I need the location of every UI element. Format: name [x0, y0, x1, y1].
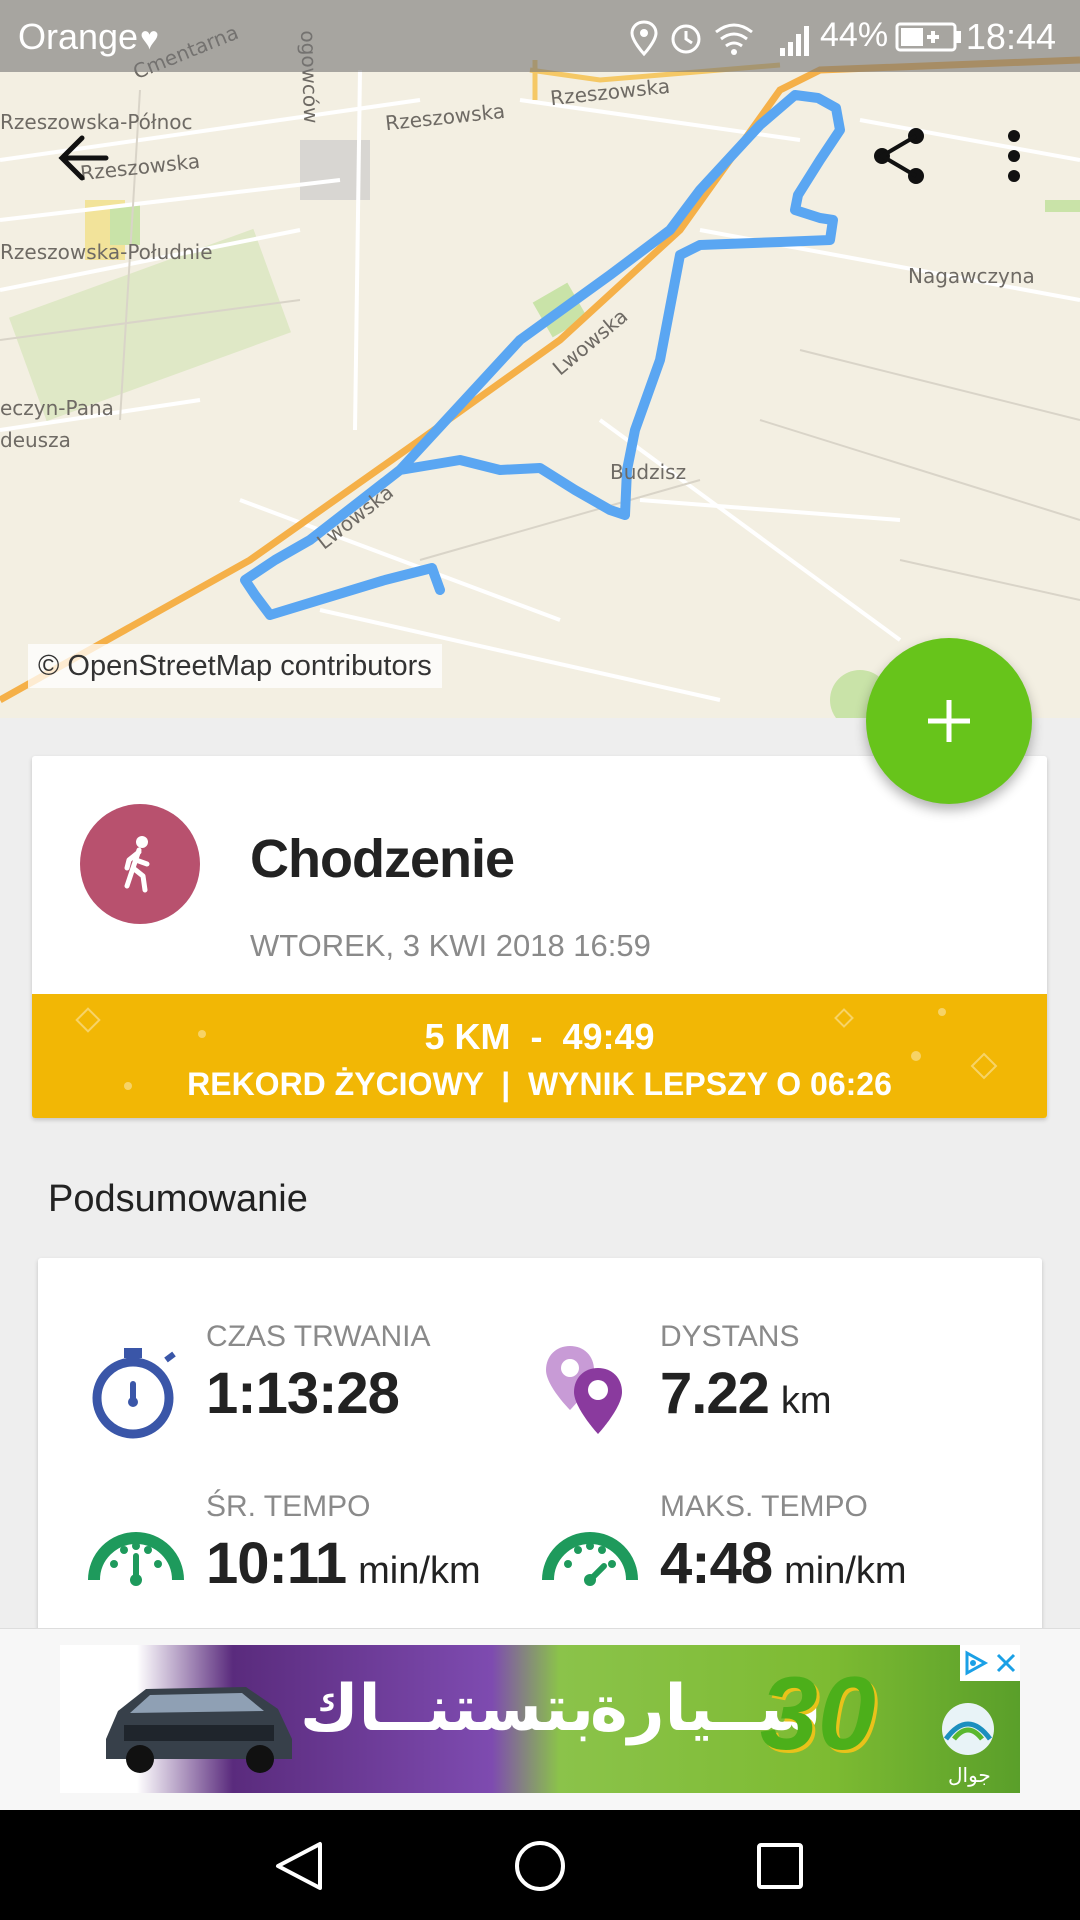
add-button[interactable] — [866, 638, 1032, 804]
nav-recents-icon[interactable] — [752, 1838, 808, 1894]
share-button[interactable] — [860, 116, 940, 196]
ad-brand: جوال — [948, 1765, 991, 1787]
activity-title: Chodzenie — [250, 829, 515, 889]
max-pace-label: MAKS. TEMPO — [660, 1490, 868, 1523]
summary-card: CZAS TRWANIA 1:13:28 DYSTANS 7.22 km ŚR. … — [38, 1258, 1042, 1638]
distance-unit: km — [780, 1380, 832, 1422]
max-pace-value: 4:48 min/km — [660, 1531, 907, 1596]
map-label: Nagawczyna — [908, 264, 1035, 288]
adchoices-icon[interactable] — [963, 1650, 989, 1676]
share-icon — [874, 128, 924, 184]
ad-number: 30 — [760, 1656, 876, 1772]
speedometer-icon — [88, 1532, 184, 1586]
walking-icon — [124, 836, 150, 893]
map-attribution[interactable]: © OpenStreetMap contributors — [28, 644, 442, 688]
record-description: REKORD ŻYCIOWY | WYNIK LEPSZY O 06:26 — [187, 1066, 892, 1102]
more-vertical-icon — [1008, 130, 1020, 182]
ad-text-left: بتستنــاك — [300, 1672, 594, 1744]
ad-banner[interactable]: بتستنــاك ســيارة 30 جوال — [60, 1645, 1020, 1793]
route-map[interactable]: Rzeszowska-Północ Rzeszowska Rzeszowska … — [0, 0, 1080, 718]
activity-date: WTOREK, 3 KWI 2018 16:59 — [250, 928, 651, 963]
ad-controls — [960, 1645, 1020, 1681]
location-icon — [630, 20, 658, 57]
navigation-bar — [0, 1810, 1080, 1920]
battery-percent: 44% — [820, 16, 889, 54]
avg-pace-value: 10:11 min/km — [206, 1531, 481, 1596]
summary-heading: Podsumowanie — [48, 1178, 308, 1220]
max-pace-unit: min/km — [784, 1550, 907, 1592]
plus-icon — [928, 700, 970, 742]
close-icon[interactable] — [995, 1652, 1017, 1674]
distance-label: DYSTANS — [660, 1320, 800, 1353]
map-label: deusza — [0, 428, 71, 452]
personal-record-banner[interactable]: 5 KM - 49:49 REKORD ŻYCIOWY | WYNIK LEPS… — [32, 994, 1047, 1118]
map-label: eczyn-Pana — [0, 396, 114, 420]
avg-pace-unit: min/km — [358, 1550, 481, 1592]
battery-charging-icon — [895, 22, 961, 52]
car-image — [106, 1687, 292, 1773]
speedometer-icon — [542, 1532, 638, 1586]
status-bar: Orange ♥ 44% 18:44 — [0, 0, 1080, 72]
duration-value: 1:13:28 — [206, 1361, 400, 1426]
nav-back-icon[interactable] — [270, 1838, 330, 1894]
distance-value: 7.22 km — [660, 1361, 832, 1426]
map-label: Budzisz — [610, 460, 687, 484]
map-pins-icon — [546, 1346, 622, 1434]
alarm-icon — [671, 24, 701, 54]
nav-home-icon[interactable] — [510, 1836, 570, 1896]
ad-container: بتستنــاك ســيارة 30 جوال — [0, 1628, 1080, 1811]
signal-icon — [780, 26, 809, 56]
status-icons — [630, 20, 809, 57]
record-time: 5 KM - 49:49 — [424, 1016, 655, 1057]
wifi-icon — [715, 23, 753, 55]
duration-label: CZAS TRWANIA — [206, 1320, 431, 1353]
more-options-button[interactable] — [974, 116, 1054, 196]
back-button[interactable] — [44, 118, 124, 198]
map-background — [0, 56, 1080, 718]
avg-pace-label: ŚR. TEMPO — [206, 1490, 371, 1523]
carrier-name: Orange — [18, 16, 139, 57]
jawwal-logo-icon — [942, 1703, 994, 1755]
health-heart-icon: ♥ — [140, 20, 159, 56]
activity-card: Chodzenie WTOREK, 3 KWI 2018 16:59 5 KM … — [32, 756, 1047, 1118]
activity-avatar — [80, 804, 200, 924]
stopwatch-icon — [92, 1348, 176, 1439]
map-label: Rzeszowska-Południe — [0, 240, 213, 264]
arrow-left-icon — [58, 135, 109, 181]
clock: 18:44 — [965, 16, 1056, 57]
